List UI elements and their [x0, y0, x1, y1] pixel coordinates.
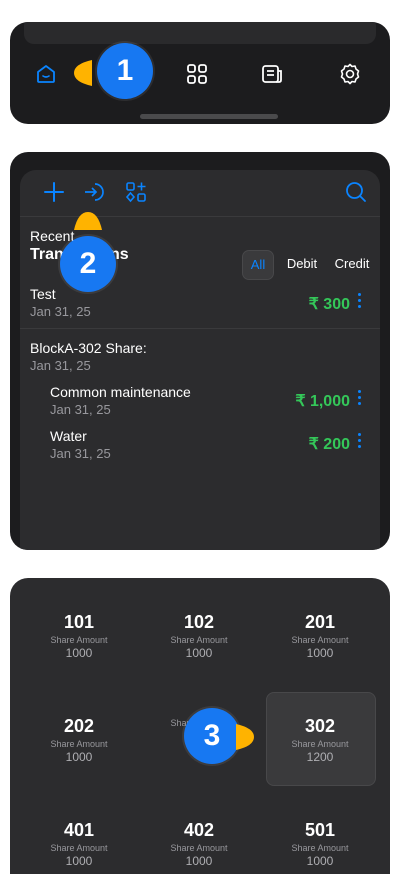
- tab-bar: [10, 58, 390, 90]
- unit-tile[interactable]: 401 Share Amount 1000: [24, 820, 134, 868]
- transaction-title[interactable]: Common maintenance: [50, 384, 191, 400]
- row-divider: [20, 328, 380, 329]
- share-label: Share Amount: [170, 635, 228, 645]
- share-amount: 1000: [306, 854, 334, 868]
- transaction-date: Jan 31, 25: [50, 446, 111, 461]
- unit-number: 302: [304, 716, 336, 736]
- filter-all[interactable]: All: [242, 250, 274, 280]
- unit-number: 101: [63, 612, 95, 632]
- home-icon[interactable]: [34, 62, 58, 86]
- unit-tile[interactable]: 202 Share Amount 1000: [24, 716, 134, 764]
- share-label: Share Amount: [50, 635, 108, 645]
- more-options-icon[interactable]: [358, 293, 362, 311]
- transaction-date: Jan 31, 25: [30, 304, 91, 319]
- pointer-icon: [74, 212, 102, 230]
- tab-bar-panel: 1: [10, 22, 390, 124]
- unit-tile[interactable]: 402 Share Amount 1000: [144, 820, 254, 868]
- transaction-amount: ₹ 200: [308, 436, 350, 453]
- previous-content-edge: [24, 22, 376, 44]
- unit-tile[interactable]: 101 Share Amount 1000: [24, 612, 134, 660]
- unit-tile[interactable]: 201 Share Amount 1000: [265, 612, 375, 660]
- filter-segmented-control: All Debit Credit: [242, 250, 376, 280]
- gear-icon[interactable]: [338, 62, 362, 86]
- share-label: Share Amount: [50, 739, 108, 749]
- unit-number: 201: [304, 612, 336, 632]
- transactions-panel: Recent Transactions All Debit Credit Tes…: [10, 152, 390, 550]
- unit-tile[interactable]: 102 Share Amount 1000: [144, 612, 254, 660]
- callout-2: 2: [60, 236, 116, 292]
- section-subtitle: Recent: [30, 228, 75, 244]
- units-panel: 101 Share Amount 1000 102 Share Amount 1…: [10, 578, 390, 874]
- more-options-icon[interactable]: [358, 433, 362, 451]
- share-amount: 1000: [65, 854, 93, 868]
- search-icon[interactable]: [344, 180, 368, 204]
- share-label: Share Amount: [170, 843, 228, 853]
- apps-add-icon[interactable]: [124, 180, 148, 204]
- pointer-icon: [236, 724, 254, 750]
- plus-icon[interactable]: [42, 180, 66, 204]
- transaction-title[interactable]: Water: [50, 428, 87, 444]
- share-label: Share Amount: [50, 843, 108, 853]
- more-options-icon[interactable]: [358, 390, 362, 408]
- share-amount: 1000: [185, 854, 213, 868]
- share-label: Share Amount: [291, 635, 349, 645]
- unit-number: 402: [183, 820, 215, 840]
- share-amount: 1000: [65, 646, 93, 660]
- unit-number: 202: [63, 716, 95, 736]
- share-label: Share Amount: [291, 739, 349, 749]
- unit-number: 501: [304, 820, 336, 840]
- callout-3: 3: [184, 708, 240, 764]
- grid-icon[interactable]: [185, 62, 209, 86]
- unit-tile[interactable]: 501 Share Amount 1000: [265, 820, 375, 868]
- home-indicator: [140, 114, 278, 119]
- filter-debit[interactable]: Debit: [280, 250, 324, 278]
- share-amount: 1000: [185, 646, 213, 660]
- import-icon[interactable]: [82, 180, 106, 204]
- transaction-amount: ₹ 300: [308, 296, 350, 313]
- share-amount: 1000: [306, 646, 334, 660]
- unit-tile-selected[interactable]: 302 Share Amount 1200: [265, 716, 375, 764]
- transaction-amount: ₹ 1,000: [295, 393, 350, 410]
- transaction-group-date: Jan 31, 25: [30, 358, 91, 373]
- filter-credit[interactable]: Credit: [330, 250, 374, 278]
- unit-number: 102: [183, 612, 215, 632]
- document-icon[interactable]: [260, 62, 284, 86]
- unit-number: 401: [63, 820, 95, 840]
- pointer-icon: [74, 60, 92, 86]
- share-amount: 1000: [65, 750, 93, 764]
- share-label: Share Amount: [291, 843, 349, 853]
- transaction-date: Jan 31, 25: [50, 402, 111, 417]
- transaction-title[interactable]: Test: [30, 286, 56, 302]
- transaction-group-title[interactable]: BlockA-302 Share:: [30, 340, 147, 356]
- share-amount: 1200: [306, 750, 334, 764]
- callout-1: 1: [97, 43, 153, 99]
